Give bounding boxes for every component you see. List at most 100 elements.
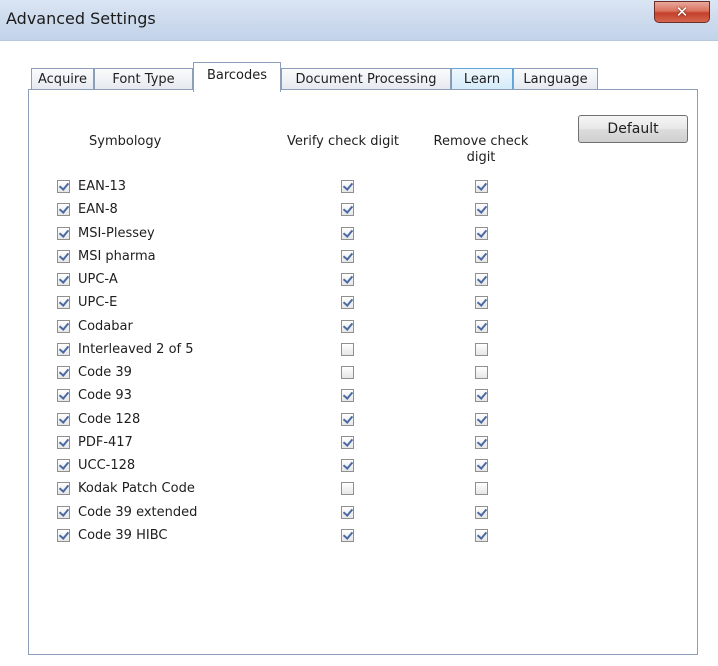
enable-symbology-checkbox[interactable] <box>57 320 70 333</box>
symbology-column-header: Symbology <box>89 134 162 149</box>
remove-check-digit-checkbox[interactable] <box>475 482 488 495</box>
remove-check-digit-checkbox[interactable] <box>475 413 488 426</box>
tab-font-type[interactable]: Font Type <box>94 68 193 90</box>
symbology-label: UPC-A <box>78 272 118 287</box>
symbology-label: Codabar <box>78 319 133 334</box>
enable-symbology-checkbox[interactable] <box>57 227 70 240</box>
verify-check-digit-checkbox[interactable] <box>341 436 354 449</box>
verify-check-digit-checkbox[interactable] <box>341 180 354 193</box>
symbology-row: Code 39 HIBC <box>0 527 718 545</box>
symbology-label: Code 39 HIBC <box>78 528 168 543</box>
title-bar[interactable]: Advanced Settings ✕ <box>0 0 718 41</box>
close-icon: ✕ <box>675 3 689 21</box>
symbology-row: EAN-13 <box>0 178 718 196</box>
remove-check-digit-header-line2: digit <box>466 150 496 165</box>
verify-check-digit-checkbox[interactable] <box>341 482 354 495</box>
verify-check-digit-checkbox[interactable] <box>341 366 354 379</box>
symbology-row: Code 128 <box>0 411 718 429</box>
symbology-row: MSI-Plessey <box>0 225 718 243</box>
enable-symbology-checkbox[interactable] <box>57 273 70 286</box>
verify-check-digit-checkbox[interactable] <box>341 389 354 402</box>
symbology-label: MSI-Plessey <box>78 226 155 241</box>
close-button[interactable]: ✕ <box>654 1 710 23</box>
enable-symbology-checkbox[interactable] <box>57 366 70 379</box>
tab-acquire[interactable]: Acquire <box>31 68 94 90</box>
remove-check-digit-checkbox[interactable] <box>475 506 488 519</box>
symbology-row: Interleaved 2 of 5 <box>0 341 718 359</box>
remove-check-digit-checkbox[interactable] <box>475 366 488 379</box>
verify-check-digit-column-header: Verify check digit <box>287 134 400 149</box>
remove-check-digit-checkbox[interactable] <box>475 273 488 286</box>
tab-label: Language <box>523 72 588 87</box>
remove-check-digit-checkbox[interactable] <box>475 343 488 356</box>
enable-symbology-checkbox[interactable] <box>57 203 70 216</box>
symbology-row: MSI pharma <box>0 248 718 266</box>
symbology-label: PDF-417 <box>78 435 133 450</box>
verify-check-digit-checkbox[interactable] <box>341 203 354 216</box>
tab-label: Learn <box>463 72 501 87</box>
verify-check-digit-checkbox[interactable] <box>341 343 354 356</box>
symbology-label: Code 39 extended <box>78 505 198 520</box>
verify-check-digit-checkbox[interactable] <box>341 296 354 309</box>
verify-check-digit-checkbox[interactable] <box>341 459 354 472</box>
tab-label: Acquire <box>38 72 87 87</box>
tab-barcodes[interactable]: Barcodes <box>193 62 281 92</box>
symbology-row: Code 39 <box>0 364 718 382</box>
enable-symbology-checkbox[interactable] <box>57 413 70 426</box>
remove-check-digit-checkbox[interactable] <box>475 203 488 216</box>
enable-symbology-checkbox[interactable] <box>57 459 70 472</box>
tab-label: Document Processing <box>295 72 437 87</box>
tab-document-processing[interactable]: Document Processing <box>281 68 451 90</box>
advanced-settings-window: Advanced Settings ✕ Acquire Font Type Ba… <box>0 0 718 666</box>
symbology-row: Code 39 extended <box>0 504 718 522</box>
remove-check-digit-checkbox[interactable] <box>475 296 488 309</box>
remove-check-digit-checkbox[interactable] <box>475 529 488 542</box>
verify-check-digit-checkbox[interactable] <box>341 529 354 542</box>
tab-label: Font Type <box>112 72 175 87</box>
remove-check-digit-checkbox[interactable] <box>475 320 488 333</box>
tab-label: Barcodes <box>206 68 268 83</box>
enable-symbology-checkbox[interactable] <box>57 180 70 193</box>
remove-check-digit-checkbox[interactable] <box>475 250 488 263</box>
verify-check-digit-checkbox[interactable] <box>341 273 354 286</box>
window-title: Advanced Settings <box>6 9 156 28</box>
symbology-label: Code 39 <box>78 365 132 380</box>
remove-check-digit-column-header: Remove check digit <box>426 134 536 166</box>
enable-symbology-checkbox[interactable] <box>57 482 70 495</box>
symbology-label: Kodak Patch Code <box>78 481 195 496</box>
verify-check-digit-checkbox[interactable] <box>341 413 354 426</box>
remove-check-digit-checkbox[interactable] <box>475 389 488 402</box>
symbology-row: Kodak Patch Code <box>0 480 718 498</box>
enable-symbology-checkbox[interactable] <box>57 389 70 402</box>
symbology-row: Code 93 <box>0 387 718 405</box>
verify-check-digit-checkbox[interactable] <box>341 506 354 519</box>
symbology-row: UPC-A <box>0 271 718 289</box>
symbology-label: Interleaved 2 of 5 <box>78 342 194 357</box>
tab-learn[interactable]: Learn <box>451 68 513 90</box>
remove-check-digit-checkbox[interactable] <box>475 436 488 449</box>
verify-check-digit-checkbox[interactable] <box>341 320 354 333</box>
symbology-row: Codabar <box>0 318 718 336</box>
enable-symbology-checkbox[interactable] <box>57 343 70 356</box>
enable-symbology-checkbox[interactable] <box>57 250 70 263</box>
symbology-row: UCC-128 <box>0 457 718 475</box>
symbology-label: EAN-13 <box>78 179 127 194</box>
enable-symbology-checkbox[interactable] <box>57 506 70 519</box>
remove-check-digit-checkbox[interactable] <box>475 459 488 472</box>
verify-check-digit-checkbox[interactable] <box>341 227 354 240</box>
symbology-label: EAN-8 <box>78 202 118 217</box>
remove-check-digit-checkbox[interactable] <box>475 227 488 240</box>
enable-symbology-checkbox[interactable] <box>57 296 70 309</box>
default-button[interactable]: Default <box>578 115 688 143</box>
remove-check-digit-checkbox[interactable] <box>475 180 488 193</box>
enable-symbology-checkbox[interactable] <box>57 529 70 542</box>
remove-check-digit-header-line1: Remove check <box>433 134 529 149</box>
symbology-label: MSI pharma <box>78 249 156 264</box>
symbology-row: PDF-417 <box>0 434 718 452</box>
symbology-label: UCC-128 <box>78 458 136 473</box>
verify-check-digit-checkbox[interactable] <box>341 250 354 263</box>
tab-language[interactable]: Language <box>513 68 598 90</box>
enable-symbology-checkbox[interactable] <box>57 436 70 449</box>
symbology-label: UPC-E <box>78 295 118 310</box>
symbology-row: UPC-E <box>0 294 718 312</box>
